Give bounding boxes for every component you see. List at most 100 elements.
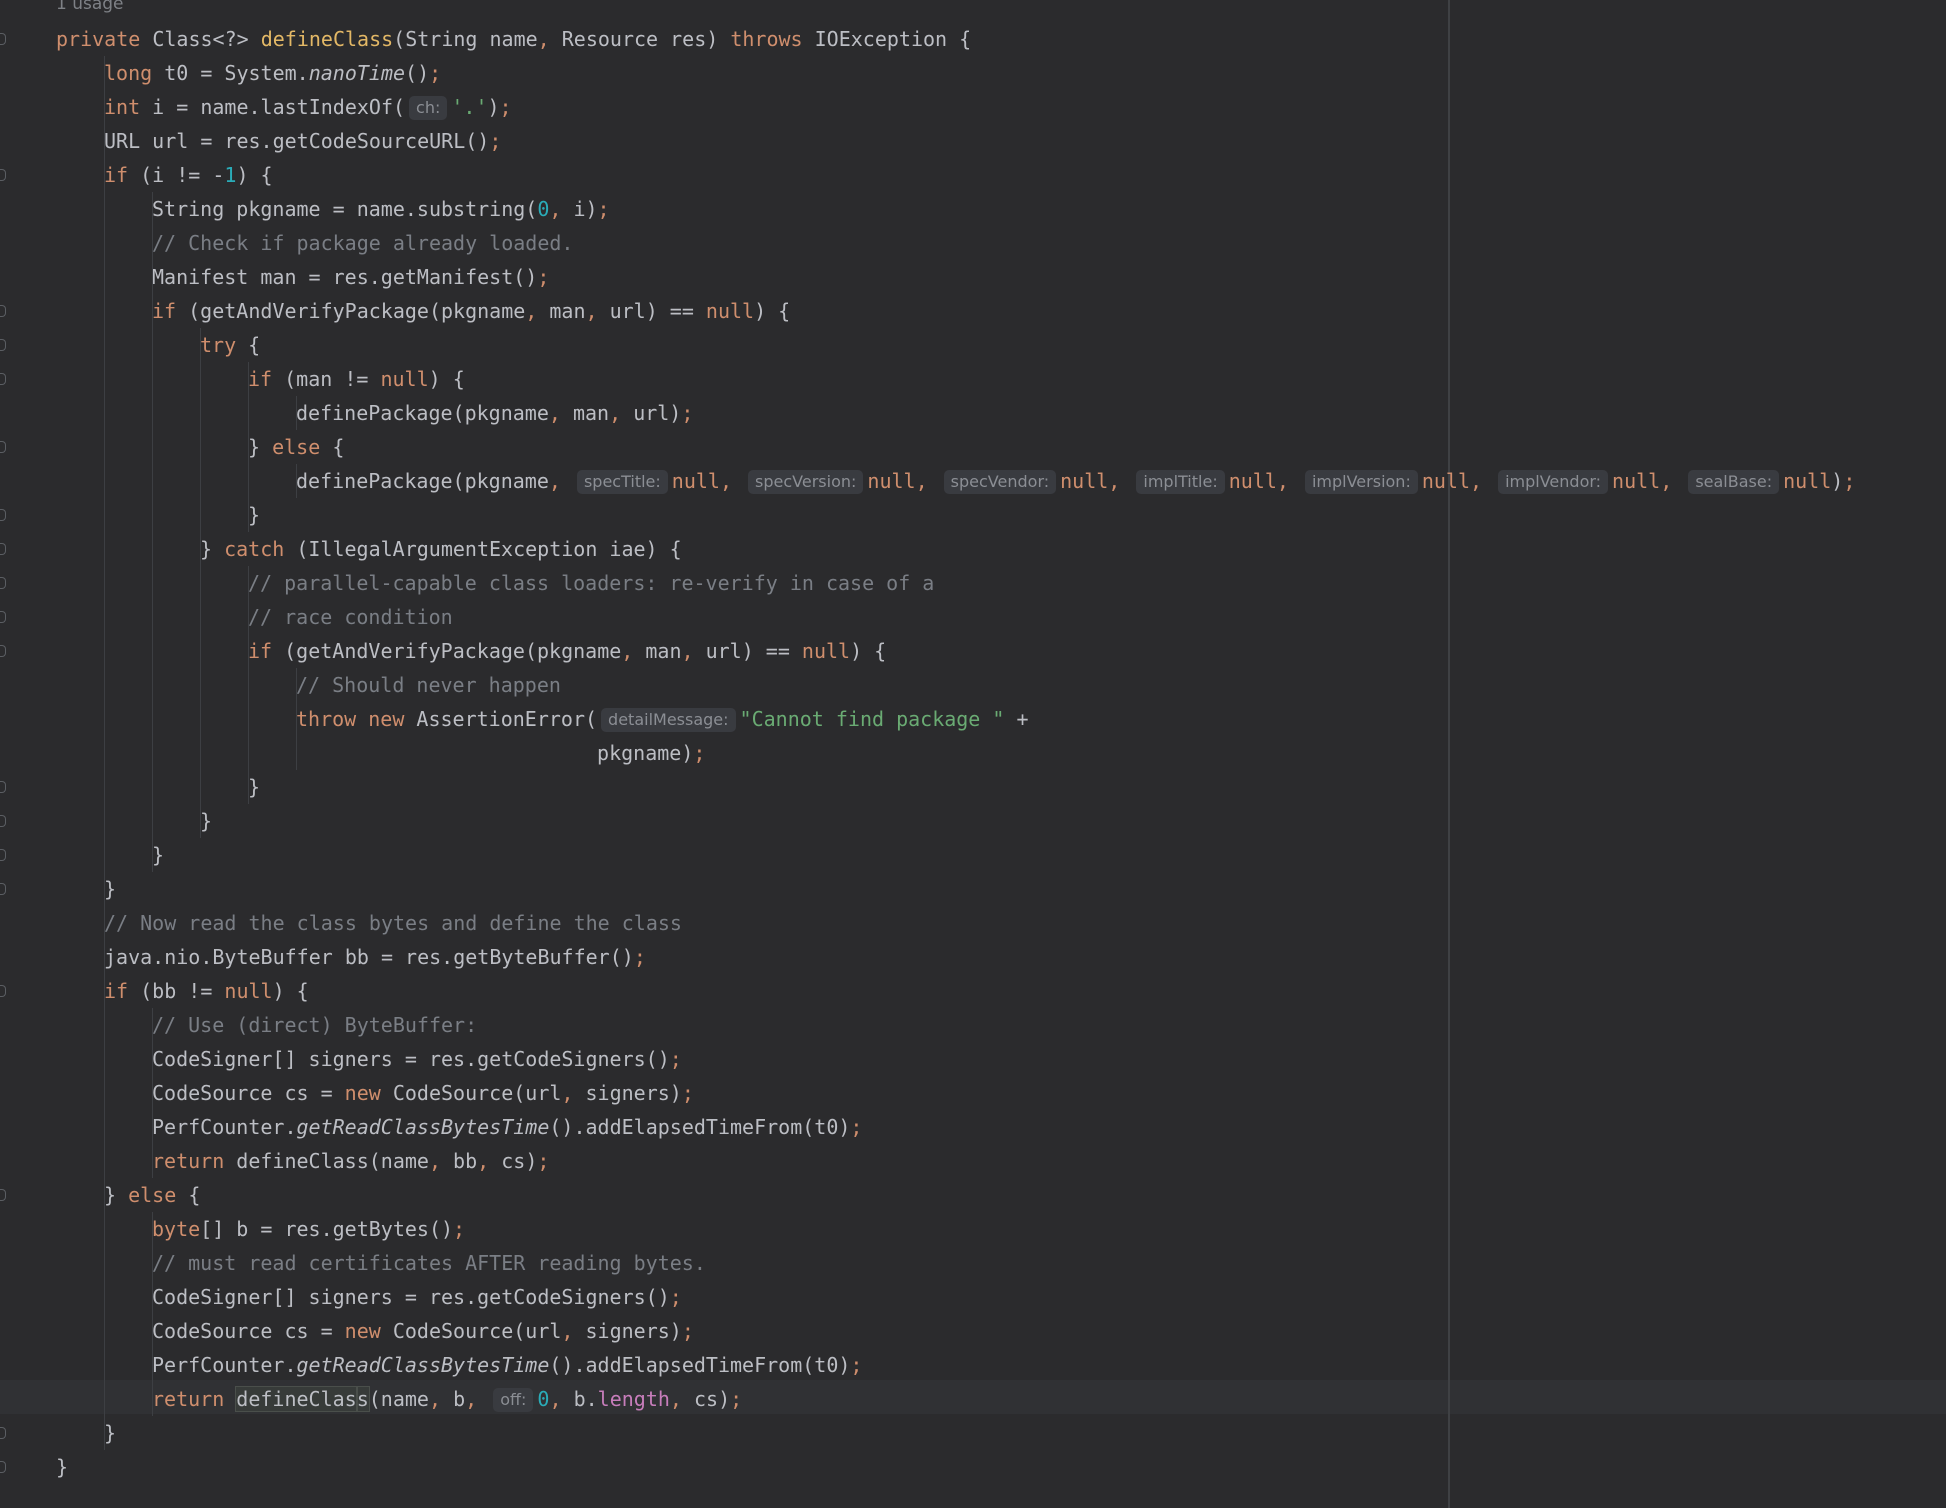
code-line[interactable]: if (man != null) { xyxy=(56,362,1855,396)
code-line[interactable]: PerfCounter.getReadClassBytesTime().addE… xyxy=(56,1110,1855,1144)
indent-guide xyxy=(104,940,105,974)
code-line[interactable]: URL url = res.getCodeSourceURL(); xyxy=(56,124,1855,158)
code-line[interactable]: } xyxy=(56,838,1855,872)
fold-marker-icon[interactable] xyxy=(0,883,6,895)
fold-marker-icon[interactable] xyxy=(0,1461,6,1473)
parameter-hint[interactable]: ch: xyxy=(409,96,448,120)
code-line[interactable]: return defineClass(name, bb, cs); xyxy=(56,1144,1855,1178)
fold-marker-icon[interactable] xyxy=(0,509,6,521)
code-line[interactable]: java.nio.ByteBuffer bb = res.getByteBuff… xyxy=(56,940,1855,974)
code-token: 0 xyxy=(537,1387,550,1411)
fold-marker-icon[interactable] xyxy=(0,577,6,589)
code-line[interactable]: // Now read the class bytes and define t… xyxy=(56,906,1855,940)
code-token: , xyxy=(669,1387,694,1411)
indent-guide xyxy=(248,736,249,770)
indent-guide xyxy=(248,498,249,532)
parameter-hint[interactable]: specVendor: xyxy=(943,470,1057,494)
code-line[interactable]: Manifest man = res.getManifest(); xyxy=(56,260,1855,294)
fold-marker-icon[interactable] xyxy=(0,339,6,351)
code-line[interactable]: try { xyxy=(56,328,1855,362)
code-token: b. xyxy=(573,1387,598,1411)
code-line[interactable]: byte[] b = res.getBytes(); xyxy=(56,1212,1855,1246)
code-line[interactable]: } else { xyxy=(56,1178,1855,1212)
code-line[interactable]: } xyxy=(56,1450,1855,1484)
code-line[interactable]: long t0 = System.nanoTime(); xyxy=(56,56,1855,90)
parameter-hint[interactable]: off: xyxy=(493,1388,534,1412)
code-token: ; xyxy=(633,945,646,969)
indent-guide xyxy=(104,1246,105,1280)
code-line[interactable]: CodeSigner[] signers = res.getCodeSigner… xyxy=(56,1042,1855,1076)
parameter-hint[interactable]: detailMessage: xyxy=(601,708,736,732)
code-token: new xyxy=(344,1081,393,1105)
code-line[interactable]: PerfCounter.getReadClassBytesTime().addE… xyxy=(56,1348,1855,1382)
fold-marker-icon[interactable] xyxy=(0,815,6,827)
code-line[interactable]: // parallel-capable class loaders: re-ve… xyxy=(56,566,1855,600)
indent-guide xyxy=(296,464,297,498)
parameter-hint[interactable]: specVersion: xyxy=(748,470,864,494)
code-line[interactable]: } xyxy=(56,498,1855,532)
code-line[interactable]: CodeSource cs = new CodeSource(url, sign… xyxy=(56,1314,1855,1348)
code-area[interactable]: private Class<?> defineClass(String name… xyxy=(56,22,1855,1484)
fold-marker-icon[interactable] xyxy=(0,33,6,45)
code-line[interactable]: definePackage(pkgname, man, url); xyxy=(56,396,1855,430)
indent-guide xyxy=(104,1348,105,1382)
code-line[interactable]: } xyxy=(56,1416,1855,1450)
fold-marker-icon[interactable] xyxy=(0,373,6,385)
fold-marker-icon[interactable] xyxy=(0,985,6,997)
code-token: s xyxy=(355,1386,370,1412)
usages-hint[interactable]: 1 usage xyxy=(56,0,124,14)
code-line[interactable]: pkgname); xyxy=(56,736,1855,770)
code-line[interactable]: int i = name.lastIndexOf(ch: '.'); xyxy=(56,90,1855,124)
code-token: Class<?> xyxy=(152,27,261,51)
fold-marker-icon[interactable] xyxy=(0,611,6,623)
code-line[interactable]: // race condition xyxy=(56,600,1855,634)
code-line[interactable]: if (getAndVerifyPackage(pkgname, man, ur… xyxy=(56,634,1855,668)
indent-guide xyxy=(104,124,105,158)
code-token: ; xyxy=(693,741,706,765)
code-line[interactable]: String pkgname = name.substring(0, i); xyxy=(56,192,1855,226)
code-line[interactable]: } xyxy=(56,872,1855,906)
code-line[interactable]: // Use (direct) ByteBuffer: xyxy=(56,1008,1855,1042)
indent-guide xyxy=(152,1348,153,1382)
code-line[interactable]: // Should never happen xyxy=(56,668,1855,702)
code-line[interactable]: private Class<?> defineClass(String name… xyxy=(56,22,1855,56)
code-line[interactable]: CodeSigner[] signers = res.getCodeSigner… xyxy=(56,1280,1855,1314)
parameter-hint[interactable]: specTitle: xyxy=(576,470,668,494)
code-line[interactable]: if (bb != null) { xyxy=(56,974,1855,1008)
code-token: , xyxy=(465,1387,490,1411)
code-token: url) == xyxy=(705,639,802,663)
code-line[interactable]: CodeSource cs = new CodeSource(url, sign… xyxy=(56,1076,1855,1110)
code-line[interactable]: } xyxy=(56,770,1855,804)
code-line[interactable]: if (getAndVerifyPackage(pkgname, man, ur… xyxy=(56,294,1855,328)
fold-marker-icon[interactable] xyxy=(0,849,6,861)
code-token: ) { xyxy=(850,639,887,663)
code-token: ; xyxy=(489,129,502,153)
code-token: if xyxy=(104,979,141,1003)
fold-marker-icon[interactable] xyxy=(0,305,6,317)
code-line[interactable]: if (i != -1) { xyxy=(56,158,1855,192)
code-line[interactable]: } else { xyxy=(56,430,1855,464)
code-token: (getAndVerifyPackage(pkgname xyxy=(188,299,526,323)
fold-marker-icon[interactable] xyxy=(0,1427,6,1439)
code-line[interactable]: throw new AssertionError(detailMessage: "… xyxy=(56,702,1855,736)
fold-marker-icon[interactable] xyxy=(0,781,6,793)
indent-guide xyxy=(200,396,201,430)
fold-marker-icon[interactable] xyxy=(0,645,6,657)
code-line[interactable]: definePackage(pkgname, specTitle: null, s… xyxy=(56,464,1855,498)
parameter-hint[interactable]: sealBase: xyxy=(1688,470,1780,494)
code-line[interactable]: // must read certificates AFTER reading … xyxy=(56,1246,1855,1280)
fold-marker-icon[interactable] xyxy=(0,441,6,453)
parameter-hint[interactable]: implTitle: xyxy=(1136,470,1225,494)
fold-marker-icon[interactable] xyxy=(0,169,6,181)
code-line[interactable]: } catch (IllegalArgumentException iae) { xyxy=(56,532,1855,566)
fold-marker-icon[interactable] xyxy=(0,1189,6,1201)
parameter-hint[interactable]: implVendor: xyxy=(1498,470,1609,494)
code-line[interactable]: } xyxy=(56,804,1855,838)
parameter-hint[interactable]: implVersion: xyxy=(1304,470,1418,494)
code-editor[interactable]: 1 usage private Class<?> defineClass(Str… xyxy=(0,0,1946,1508)
code-token: ().addElapsedTimeFrom(t0) xyxy=(549,1353,851,1377)
fold-gutter[interactable] xyxy=(0,0,20,1508)
code-line[interactable]: // Check if package already loaded. xyxy=(56,226,1855,260)
code-line[interactable]: return defineClass(name, b, off: 0, b.len… xyxy=(56,1382,1855,1416)
fold-marker-icon[interactable] xyxy=(0,543,6,555)
